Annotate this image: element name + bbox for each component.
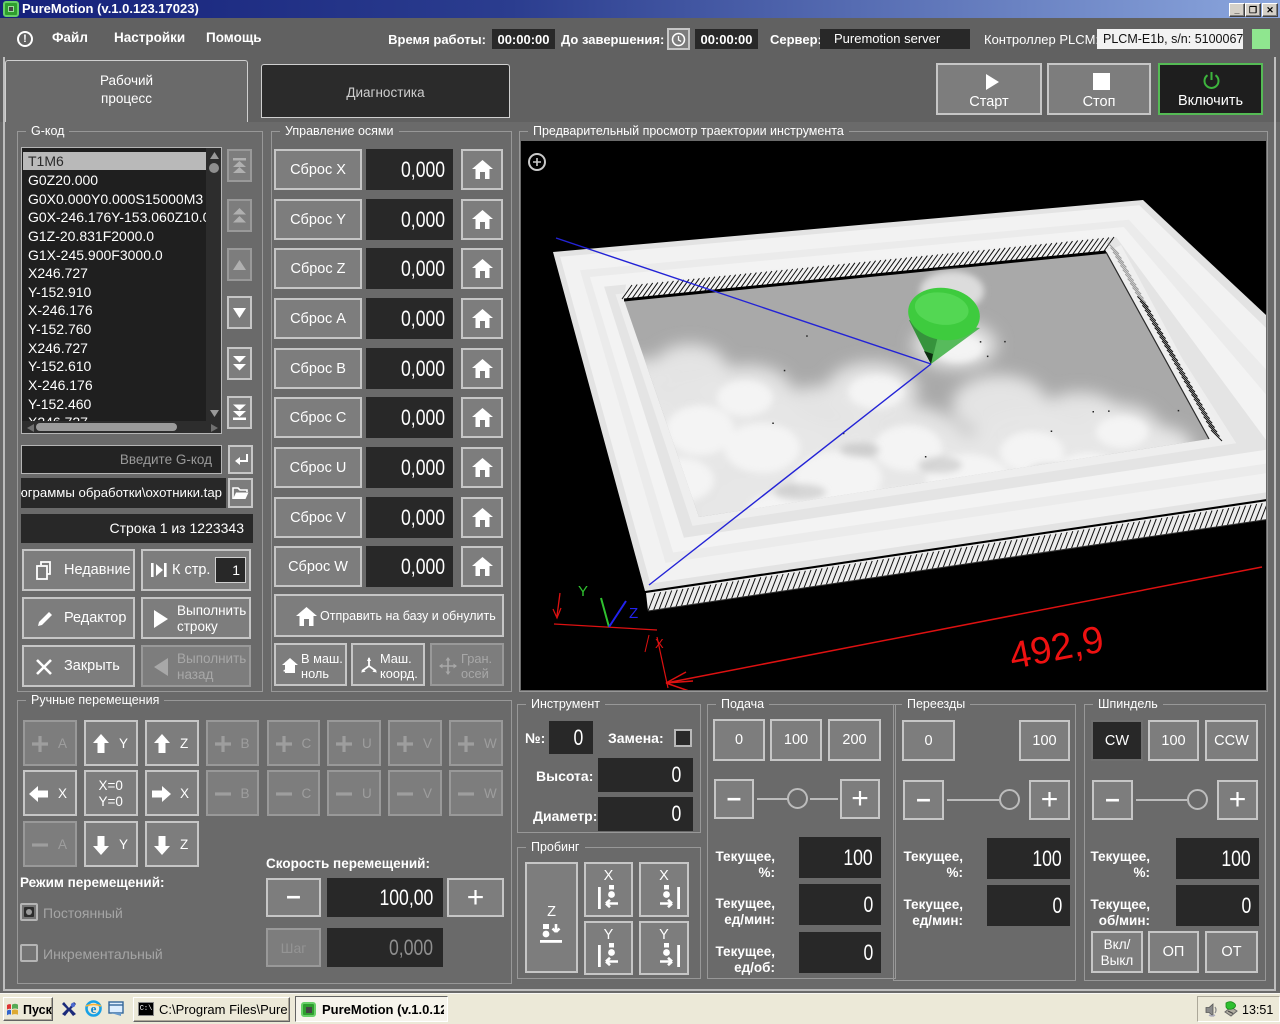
svg-text:Z: Z [629,605,638,622]
svg-text:Y: Y [578,583,588,600]
svg-text:X: X [655,636,664,651]
svg-text:e: e [91,1001,97,1016]
